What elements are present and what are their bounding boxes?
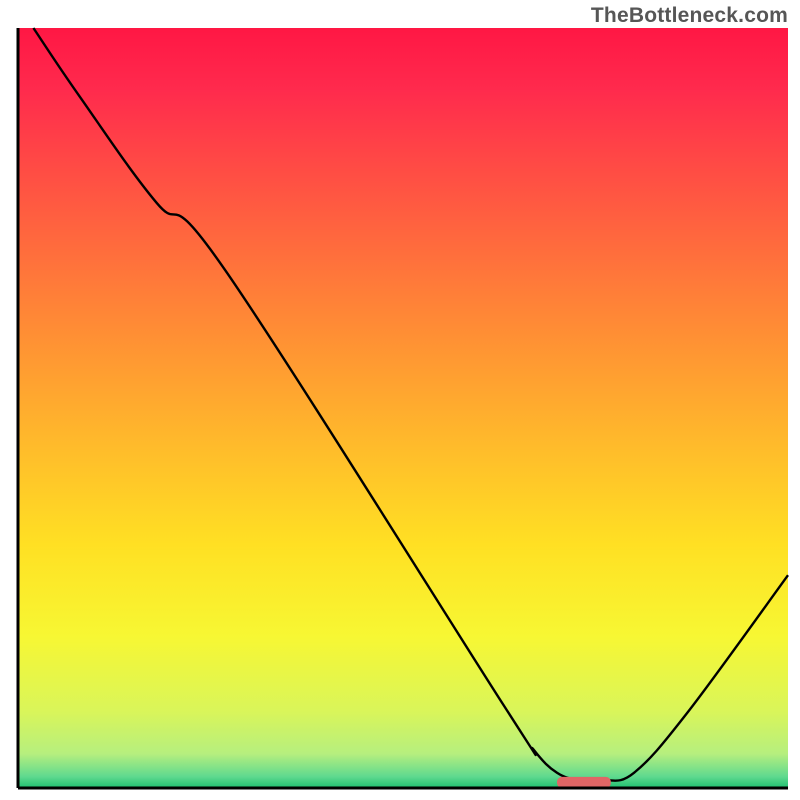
attribution-label: TheBottleneck.com bbox=[591, 4, 788, 28]
chart-container: { "attribution": "TheBottleneck.com", "c… bbox=[0, 0, 800, 800]
bottleneck-chart bbox=[0, 0, 800, 800]
optimal-marker bbox=[557, 777, 611, 788]
